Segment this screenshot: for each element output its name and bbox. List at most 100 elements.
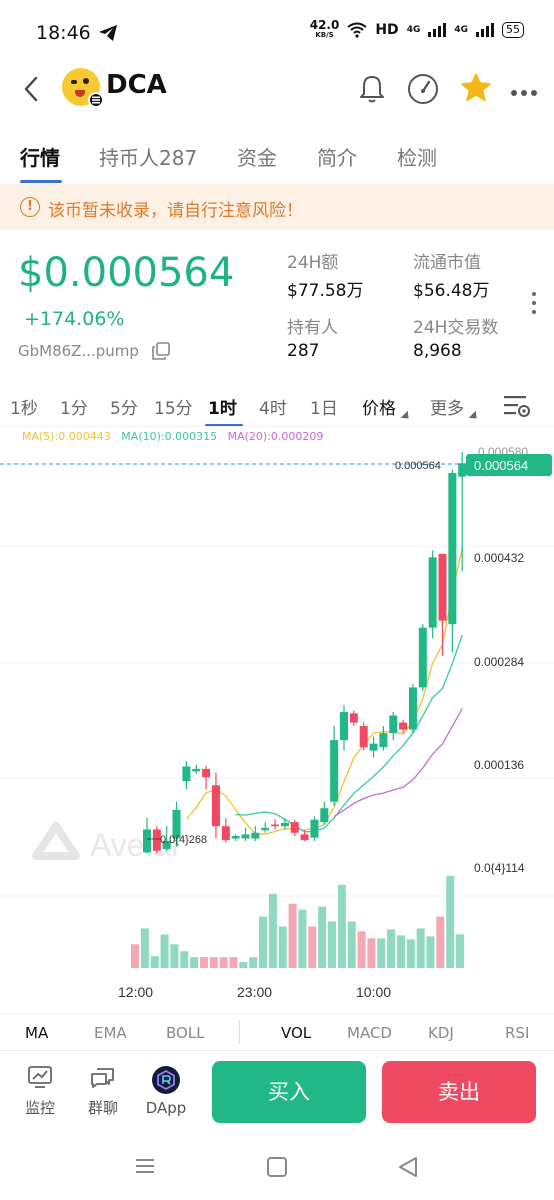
candle-body bbox=[143, 829, 151, 853]
solana-chain-icon bbox=[88, 92, 104, 108]
tf-1d[interactable]: 1日 bbox=[310, 394, 338, 419]
home-icon[interactable] bbox=[266, 1156, 288, 1182]
stat-holders-label: 持有人 bbox=[287, 318, 338, 338]
tab-holders[interactable]: 持币人287 bbox=[99, 142, 197, 171]
candle-body bbox=[271, 824, 280, 827]
volume-bar bbox=[436, 916, 445, 968]
tf-1m[interactable]: 1分 bbox=[60, 394, 88, 419]
sell-button[interactable]: 卖出 bbox=[382, 1061, 536, 1123]
bottom-action-bar: 监控 群聊 DApp 买入 卖出 bbox=[0, 1050, 554, 1134]
stat-vol-value: $77.58万 bbox=[287, 281, 364, 301]
bell-alert-icon[interactable] bbox=[357, 72, 387, 108]
volume-bar bbox=[288, 903, 297, 968]
ind-macd[interactable]: MACD bbox=[347, 1024, 392, 1042]
tf-more-select[interactable]: 更多 bbox=[430, 394, 481, 423]
stat-txs-value: 8,968 bbox=[413, 341, 462, 361]
tf-5m[interactable]: 5分 bbox=[110, 394, 138, 419]
stat-txs-label: 24H交易数 bbox=[413, 318, 499, 338]
candle-body bbox=[320, 808, 329, 823]
tf-price-select[interactable]: 价格 bbox=[362, 394, 413, 423]
monitor-button[interactable]: 监控 bbox=[10, 1065, 70, 1118]
buy-button[interactable]: 买入 bbox=[212, 1061, 366, 1123]
sig1-label: 4G bbox=[406, 25, 421, 35]
volume-bar bbox=[318, 906, 327, 968]
y-tick-label: 0.0{4}114 bbox=[474, 861, 525, 875]
ind-boll[interactable]: BOLL bbox=[166, 1024, 205, 1042]
price-chart[interactable]: Ave.ai 0.0005800.0004320.0002840.0001360… bbox=[0, 426, 554, 1016]
stats-more-icon[interactable] bbox=[532, 292, 538, 319]
ind-ema[interactable]: EMA bbox=[94, 1024, 127, 1042]
stat-vol-label: 24H额 bbox=[287, 253, 339, 273]
volume-bar bbox=[180, 951, 189, 968]
volume-bars bbox=[131, 876, 465, 968]
volume-bar bbox=[140, 928, 149, 968]
chart-settings-icon[interactable] bbox=[502, 393, 532, 423]
candle-body bbox=[369, 743, 378, 751]
chat-icon bbox=[91, 1068, 114, 1088]
tab-intro[interactable]: 简介 bbox=[317, 142, 357, 171]
tf-1s[interactable]: 1秒 bbox=[10, 394, 38, 419]
volume-bar bbox=[170, 944, 179, 968]
candle-body bbox=[399, 722, 408, 730]
ma5-line bbox=[185, 548, 463, 835]
speedometer-icon[interactable] bbox=[406, 72, 440, 110]
status-time: 18:46 bbox=[36, 22, 91, 44]
group-chat-button[interactable]: 群聊 bbox=[73, 1065, 133, 1118]
more-options-icon[interactable] bbox=[510, 82, 538, 101]
candle-body bbox=[241, 834, 250, 839]
volume-bar bbox=[446, 876, 455, 968]
tf-15m[interactable]: 15分 bbox=[154, 394, 193, 419]
volume-bar bbox=[387, 929, 396, 968]
chevron-down-icon bbox=[400, 410, 413, 423]
volume-bar bbox=[337, 884, 346, 968]
back-nav-icon[interactable] bbox=[397, 1155, 419, 1183]
ind-kdj[interactable]: KDJ bbox=[428, 1024, 454, 1042]
favorite-star-icon[interactable] bbox=[460, 72, 492, 108]
copy-icon[interactable] bbox=[151, 341, 171, 365]
candle-body bbox=[280, 822, 289, 827]
candle-body bbox=[418, 627, 427, 688]
volume-bar bbox=[150, 956, 159, 968]
volume-bar bbox=[219, 957, 228, 968]
volume-bar bbox=[190, 957, 199, 968]
ave-logo-icon bbox=[32, 822, 80, 860]
candle-body bbox=[310, 819, 319, 838]
candle-body bbox=[389, 715, 398, 734]
volume-bar bbox=[199, 957, 208, 968]
recent-apps-icon[interactable] bbox=[134, 1156, 156, 1180]
y-tick-label: 0.000432 bbox=[474, 551, 524, 565]
candle-body bbox=[448, 473, 457, 625]
warning-text: 该币暂未收录，请自行注意风险！ bbox=[48, 201, 303, 221]
volume-bar bbox=[239, 962, 248, 968]
volume-bar bbox=[131, 944, 139, 968]
contract-address: GbM86Z...pump bbox=[18, 342, 139, 360]
tf-more-label: 更多 bbox=[430, 399, 464, 419]
dapp-button[interactable]: DApp bbox=[136, 1065, 196, 1117]
back-arrow-icon[interactable] bbox=[20, 74, 44, 104]
ind-ma[interactable]: MA bbox=[25, 1024, 48, 1042]
volume-bar bbox=[160, 934, 169, 968]
tf-1h[interactable]: 1时 bbox=[208, 394, 237, 419]
ind-vol[interactable]: VOL bbox=[281, 1024, 311, 1042]
candle-body bbox=[340, 712, 348, 741]
tf-4h[interactable]: 4时 bbox=[259, 394, 287, 419]
last-price-badge-text: 0.000564 bbox=[474, 458, 528, 473]
candle-body bbox=[231, 836, 240, 839]
candle-body bbox=[359, 726, 368, 748]
ind-rsi[interactable]: RSI bbox=[505, 1024, 529, 1042]
status-right: 42.0 KB/S HD 4G 4G 55 bbox=[310, 19, 524, 40]
tab-check[interactable]: 检测 bbox=[397, 142, 437, 171]
tab-market[interactable]: 行情 bbox=[20, 142, 60, 171]
chart-grid bbox=[0, 426, 554, 1015]
battery-icon: 55 bbox=[502, 22, 524, 38]
tab-funds[interactable]: 资金 bbox=[237, 142, 277, 171]
volume-bar bbox=[367, 938, 376, 968]
candle-body bbox=[251, 832, 260, 839]
volume-bar bbox=[426, 936, 435, 968]
candle-body bbox=[438, 553, 447, 621]
volume-bar bbox=[347, 921, 356, 968]
candle-body bbox=[330, 740, 339, 802]
candle-body bbox=[428, 557, 437, 628]
app-root: 18:46 42.0 KB/S HD 4G 4G 55 DCA 行情 持币人28… bbox=[0, 0, 554, 1200]
candle-body bbox=[379, 733, 388, 748]
